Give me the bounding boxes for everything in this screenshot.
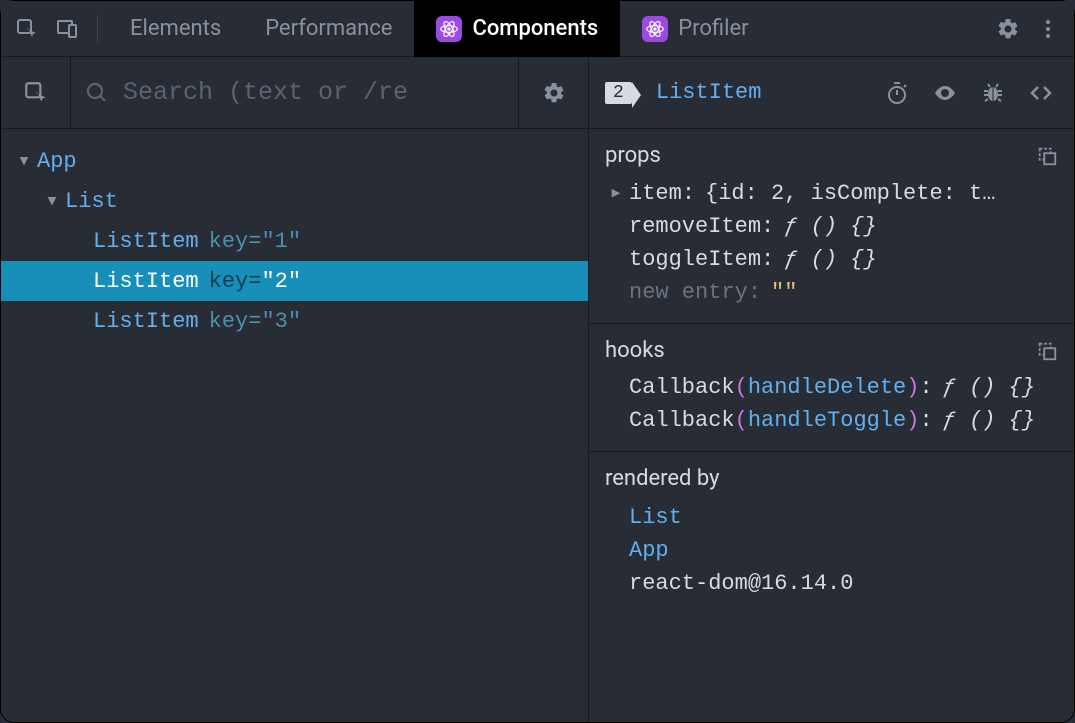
props-section: props ▸ item: {id: 2, isComplete: t… rem… xyxy=(589,129,1074,324)
section-title: hooks xyxy=(605,338,665,363)
inspected-component-name: ListItem xyxy=(656,80,762,105)
tree-settings-icon[interactable] xyxy=(518,57,588,128)
rendered-by-section: rendered by List App react-dom@16.14.0 xyxy=(589,452,1074,614)
tree-toolbar xyxy=(1,57,588,129)
tab-label: Elements xyxy=(130,16,221,41)
tree-node-app[interactable]: ▾ App xyxy=(1,141,588,181)
tree-node-listitem[interactable]: ListItem key="1" xyxy=(1,221,588,261)
pick-component-icon[interactable] xyxy=(1,57,71,128)
prop-key: toggleItem xyxy=(629,247,761,272)
key-value: "3" xyxy=(261,309,301,334)
hook-name: Callback xyxy=(629,375,735,400)
tab-elements[interactable]: Elements xyxy=(108,1,243,57)
hook-name: Callback xyxy=(629,408,735,433)
tree-node-listitem[interactable]: ListItem key="2" xyxy=(1,261,588,301)
rendered-by-link[interactable]: App xyxy=(629,534,1058,567)
react-icon xyxy=(642,16,668,42)
hook-row[interactable]: Callback(handleToggle): ƒ () {} xyxy=(589,404,1074,437)
prop-value: ƒ () {} xyxy=(784,247,876,272)
components-tree-panel: ▾ App ▾ List ListItem key="1" ListItem k… xyxy=(1,57,589,722)
device-toggle-icon[interactable] xyxy=(47,1,87,57)
hook-row[interactable]: Callback(handleDelete): ƒ () {} xyxy=(589,371,1074,404)
chevron-down-icon: ▾ xyxy=(15,148,33,174)
prop-key: new entry xyxy=(629,280,748,305)
search-icon xyxy=(85,81,109,105)
prop-row[interactable]: ▸ item: {id: 2, isComplete: t… xyxy=(589,176,1074,210)
prop-row-new-entry[interactable]: new entry: "" xyxy=(589,276,1074,309)
copy-icon[interactable] xyxy=(1036,145,1058,167)
prop-value: "" xyxy=(771,280,797,305)
tab-label: Profiler xyxy=(678,16,748,41)
inspector-panel: 2 ListItem xyxy=(589,57,1074,722)
depth-badge: 2 xyxy=(605,82,632,104)
inspector-header: 2 ListItem xyxy=(589,57,1074,129)
component-name: ListItem xyxy=(93,229,199,254)
react-icon xyxy=(436,16,462,42)
tab-profiler[interactable]: Profiler xyxy=(620,1,770,57)
divider xyxy=(97,15,98,43)
tab-components[interactable]: Components xyxy=(414,1,620,57)
rendered-by-link[interactable]: List xyxy=(629,501,1058,534)
key-label: key xyxy=(209,229,249,254)
component-name: App xyxy=(37,149,77,174)
copy-icon[interactable] xyxy=(1036,340,1058,362)
tab-label: Performance xyxy=(265,16,392,41)
key-value: "2" xyxy=(261,269,301,294)
section-title: rendered by xyxy=(605,466,720,491)
key-value: "1" xyxy=(261,229,301,254)
prop-key: item xyxy=(629,181,682,206)
hook-value: ƒ () {} xyxy=(943,408,1035,433)
devtools-tabstrip: Elements Performance Components xyxy=(1,1,1074,57)
hook-value: ƒ () {} xyxy=(943,375,1035,400)
hooks-section: hooks Callback(handleDelete): ƒ () {} Ca… xyxy=(589,324,1074,452)
hook-arg: handleDelete xyxy=(748,375,906,400)
bug-icon[interactable] xyxy=(976,81,1010,105)
component-tree: ▾ App ▾ List ListItem key="1" ListItem k… xyxy=(1,129,588,341)
prop-value: ƒ () {} xyxy=(784,214,876,239)
source-icon[interactable] xyxy=(1024,81,1058,105)
prop-value: {id: 2, isComplete: t… xyxy=(705,181,995,206)
inspect-element-icon[interactable] xyxy=(7,1,47,57)
stopwatch-icon[interactable] xyxy=(880,81,914,105)
chevron-right-icon: ▸ xyxy=(607,180,625,206)
prop-row[interactable]: removeItem: ƒ () {} xyxy=(589,210,1074,243)
search-input[interactable] xyxy=(123,78,504,107)
hook-arg: handleToggle xyxy=(748,408,906,433)
eye-icon[interactable] xyxy=(928,81,962,105)
component-name: ListItem xyxy=(93,309,199,334)
component-name: ListItem xyxy=(93,269,199,294)
settings-icon[interactable] xyxy=(988,1,1028,57)
chevron-down-icon: ▾ xyxy=(43,188,61,214)
tab-label: Components xyxy=(472,16,598,41)
prop-key: removeItem xyxy=(629,214,761,239)
tree-node-list[interactable]: ▾ List xyxy=(1,181,588,221)
key-label: key xyxy=(209,309,249,334)
rendered-by-runtime: react-dom@16.14.0 xyxy=(629,567,1058,600)
kebab-menu-icon[interactable] xyxy=(1028,1,1068,57)
component-name: List xyxy=(65,189,118,214)
prop-row[interactable]: toggleItem: ƒ () {} xyxy=(589,243,1074,276)
tree-node-listitem[interactable]: ListItem key="3" xyxy=(1,301,588,341)
section-title: props xyxy=(605,143,661,168)
key-label: key xyxy=(209,269,249,294)
tab-performance[interactable]: Performance xyxy=(243,1,414,57)
